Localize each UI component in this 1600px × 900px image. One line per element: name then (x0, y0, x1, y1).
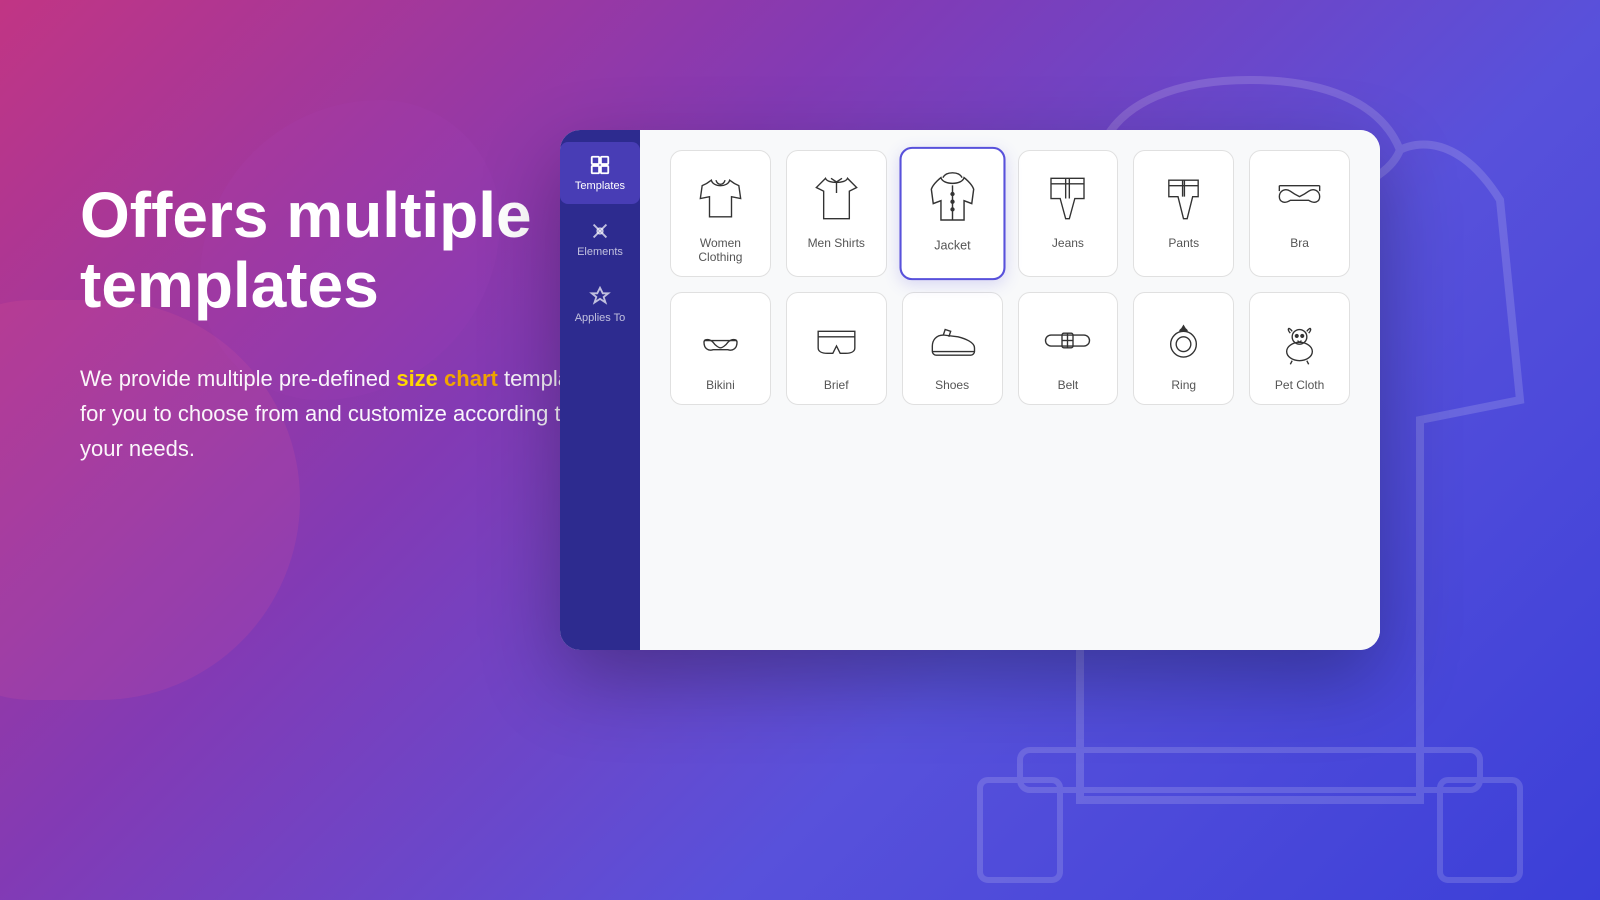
jacket-icon (923, 170, 981, 228)
template-men-shirts[interactable]: Men Shirts (786, 150, 887, 277)
bra-label: Bra (1290, 236, 1309, 250)
highlight-chart: chart (444, 366, 498, 391)
shoes-icon (925, 313, 980, 368)
template-ring[interactable]: Ring (1133, 292, 1234, 405)
description: We provide multiple pre-defined size cha… (80, 361, 600, 467)
highlight-size: size (396, 366, 438, 391)
template-jeans[interactable]: Jeans (1018, 150, 1119, 277)
bikini-label: Bikini (706, 378, 735, 392)
sidebar-item-templates[interactable]: Templates (560, 142, 640, 204)
template-bra[interactable]: Bra (1249, 150, 1350, 277)
main-heading: Offers multiple templates (80, 180, 600, 321)
shoes-label: Shoes (935, 378, 969, 392)
template-pants[interactable]: Pants (1133, 150, 1234, 277)
heading-line2: templates (80, 249, 379, 321)
template-bikini[interactable]: Bikini (670, 292, 771, 405)
pants-icon (1156, 171, 1211, 226)
jeans-label: Jeans (1052, 236, 1084, 250)
sidebar-item-applies-to[interactable]: Applies To (560, 274, 640, 336)
template-pet-cloth[interactable]: Pet Cloth (1249, 292, 1350, 405)
sidebar-item-elements[interactable]: Elements (560, 208, 640, 270)
women-clothing-icon (693, 171, 748, 226)
app-window: Templates Elements Applies To (560, 130, 1380, 650)
pet-cloth-label: Pet Cloth (1275, 378, 1324, 392)
ring-label: Ring (1171, 378, 1196, 392)
bikini-icon (693, 313, 748, 368)
sidebar-elements-label: Elements (577, 246, 623, 258)
sidebar-applies-to-label: Applies To (575, 312, 626, 324)
template-women-clothing[interactable]: Women Clothing (670, 150, 771, 277)
brief-icon (809, 313, 864, 368)
elements-icon (589, 220, 611, 242)
sidebar: Templates Elements Applies To (560, 130, 640, 650)
template-jacket[interactable]: Jacket (899, 147, 1005, 280)
belt-label: Belt (1058, 378, 1079, 392)
template-shoes[interactable]: Shoes (902, 292, 1003, 405)
main-content: Women Clothing Men Shirts (640, 130, 1380, 650)
women-clothing-label: Women Clothing (681, 236, 760, 264)
pet-cloth-icon (1272, 313, 1327, 368)
template-belt[interactable]: Belt (1018, 292, 1119, 405)
templates-grid: Women Clothing Men Shirts (670, 150, 1350, 405)
templates-icon (589, 154, 611, 176)
bra-icon (1272, 171, 1327, 226)
pants-label: Pants (1168, 236, 1199, 250)
men-shirts-label: Men Shirts (808, 236, 865, 250)
ring-icon (1156, 313, 1211, 368)
jacket-label: Jacket (934, 238, 970, 253)
left-section: Offers multiple templates We provide mul… (80, 180, 600, 466)
applies-to-icon (589, 286, 611, 308)
heading-line1: Offers multiple (80, 179, 532, 251)
sidebar-templates-label: Templates (575, 180, 625, 192)
description-before: We provide multiple pre-defined (80, 366, 396, 391)
jeans-icon (1040, 171, 1095, 226)
brief-label: Brief (824, 378, 849, 392)
template-brief[interactable]: Brief (786, 292, 887, 405)
belt-icon (1040, 313, 1095, 368)
men-shirts-icon (809, 171, 864, 226)
